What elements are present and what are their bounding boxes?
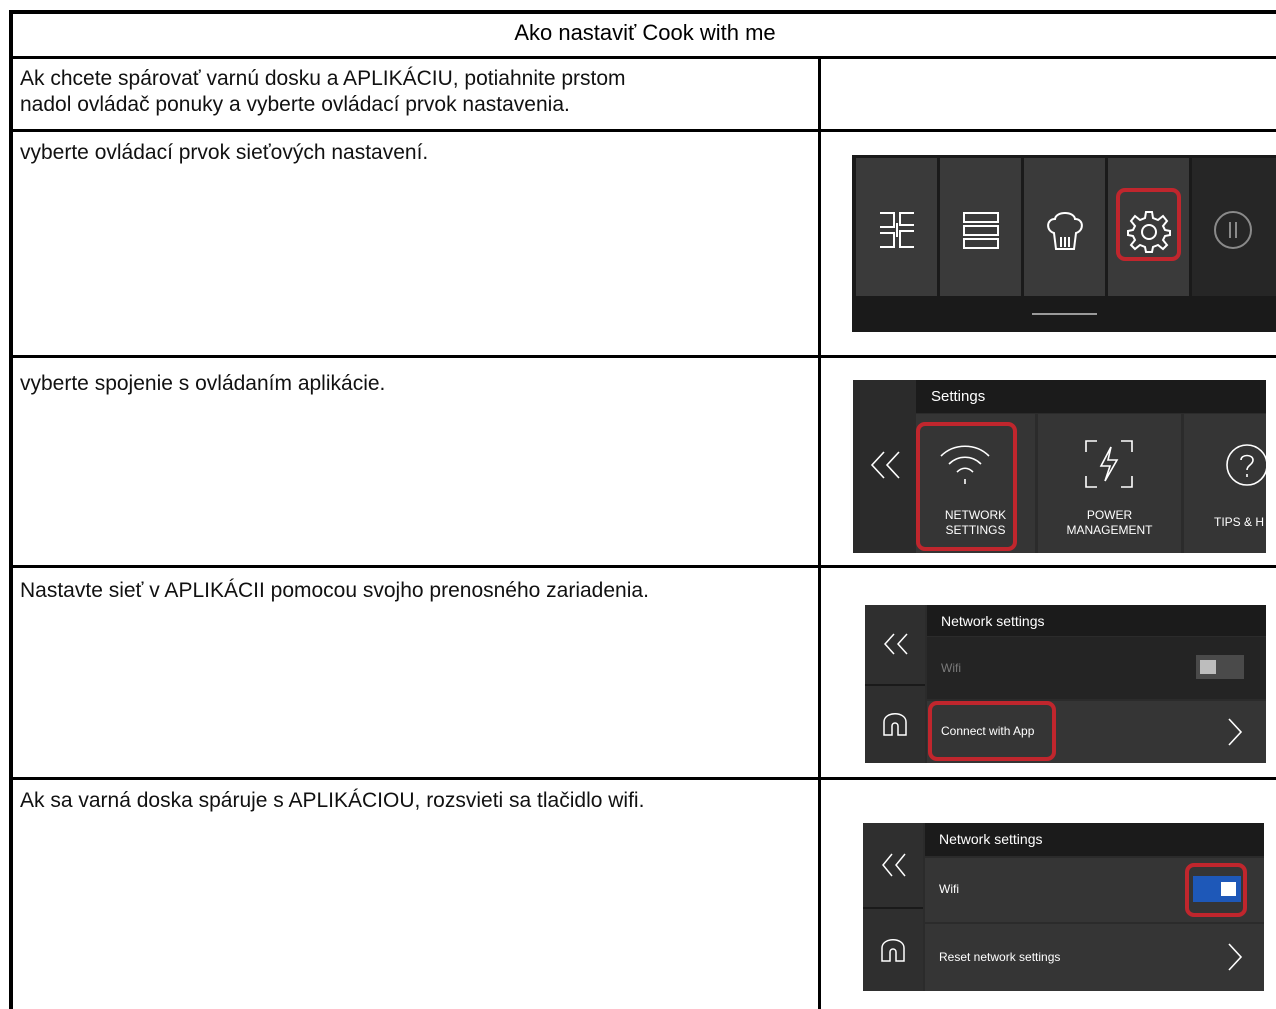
step-1-text: Ak chcete spárovať varnú dosku a APLIKÁC… (20, 67, 626, 116)
swipe-handle (1032, 313, 1097, 315)
network-on-screenshot: Network settings Wifi Reset network sett… (863, 823, 1264, 991)
hob-zones-icon (880, 212, 914, 248)
toggle-knob (1200, 660, 1216, 674)
double-chevron-left-icon[interactable] (870, 450, 902, 480)
settings-title: Settings (931, 388, 986, 405)
settings-screenshot: Settings NETWORK SETTINGS POWER MANAGEME… (853, 380, 1266, 553)
chevron-right-icon (1228, 943, 1243, 971)
row-divider (9, 777, 1276, 780)
wifi-toggle[interactable] (1196, 655, 1244, 679)
power-bolt-icon (1085, 440, 1133, 488)
question-icon (1226, 444, 1266, 486)
highlight-gear (1116, 188, 1181, 261)
table-border-left (9, 10, 13, 1009)
table-title: Ako nastaviť Cook with me (514, 20, 776, 45)
step-3-text: vyberte spojenie s ovládaním aplikácie. (20, 372, 386, 395)
step-2-text: vyberte ovládací prvok sieťových nastave… (20, 141, 429, 164)
power-management-label: POWER MANAGEMENT (1066, 508, 1153, 537)
table-border-top (9, 10, 1276, 14)
network-title: Network settings (939, 831, 1043, 847)
nav-divider (865, 684, 925, 686)
instruction-table: Ako nastaviť Cook with me Ak chcete spár… (0, 0, 1276, 1009)
wifi-label: Wifi (939, 882, 959, 896)
layers-icon (963, 212, 999, 249)
tips-label: TIPS & H (1214, 515, 1265, 529)
row-divider (9, 129, 1276, 132)
double-chevron-left-icon[interactable] (883, 632, 909, 656)
double-chevron-left-icon[interactable] (881, 852, 907, 878)
chevron-right-icon (1228, 718, 1243, 746)
highlight-wifi-toggle (1185, 863, 1247, 917)
network-off-screenshot: Network settings Wifi Connect with App (865, 605, 1266, 763)
column-divider (818, 56, 821, 1009)
reset-network-settings-label[interactable]: Reset network settings (939, 950, 1060, 964)
nav-divider (863, 907, 923, 909)
step-4-text: Nastavte sieť v APLIKÁCII pomocou svojho… (20, 579, 649, 602)
row-divider (9, 565, 1276, 568)
chef-hat-icon (1047, 212, 1083, 250)
row-divider (9, 56, 1276, 59)
home-icon[interactable] (881, 709, 909, 737)
highlight-network-settings (916, 422, 1017, 551)
home-icon[interactable] (879, 935, 907, 963)
pause-icon (1214, 211, 1252, 249)
wifi-label: Wifi (941, 661, 961, 675)
network-title: Network settings (941, 613, 1045, 629)
highlight-connect-with-app (928, 701, 1056, 761)
row-divider (9, 355, 1276, 358)
menu-bar-screenshot (852, 155, 1276, 332)
step-5-text: Ak sa varná doska spáruje s APLIKÁCIOU, … (20, 789, 645, 812)
